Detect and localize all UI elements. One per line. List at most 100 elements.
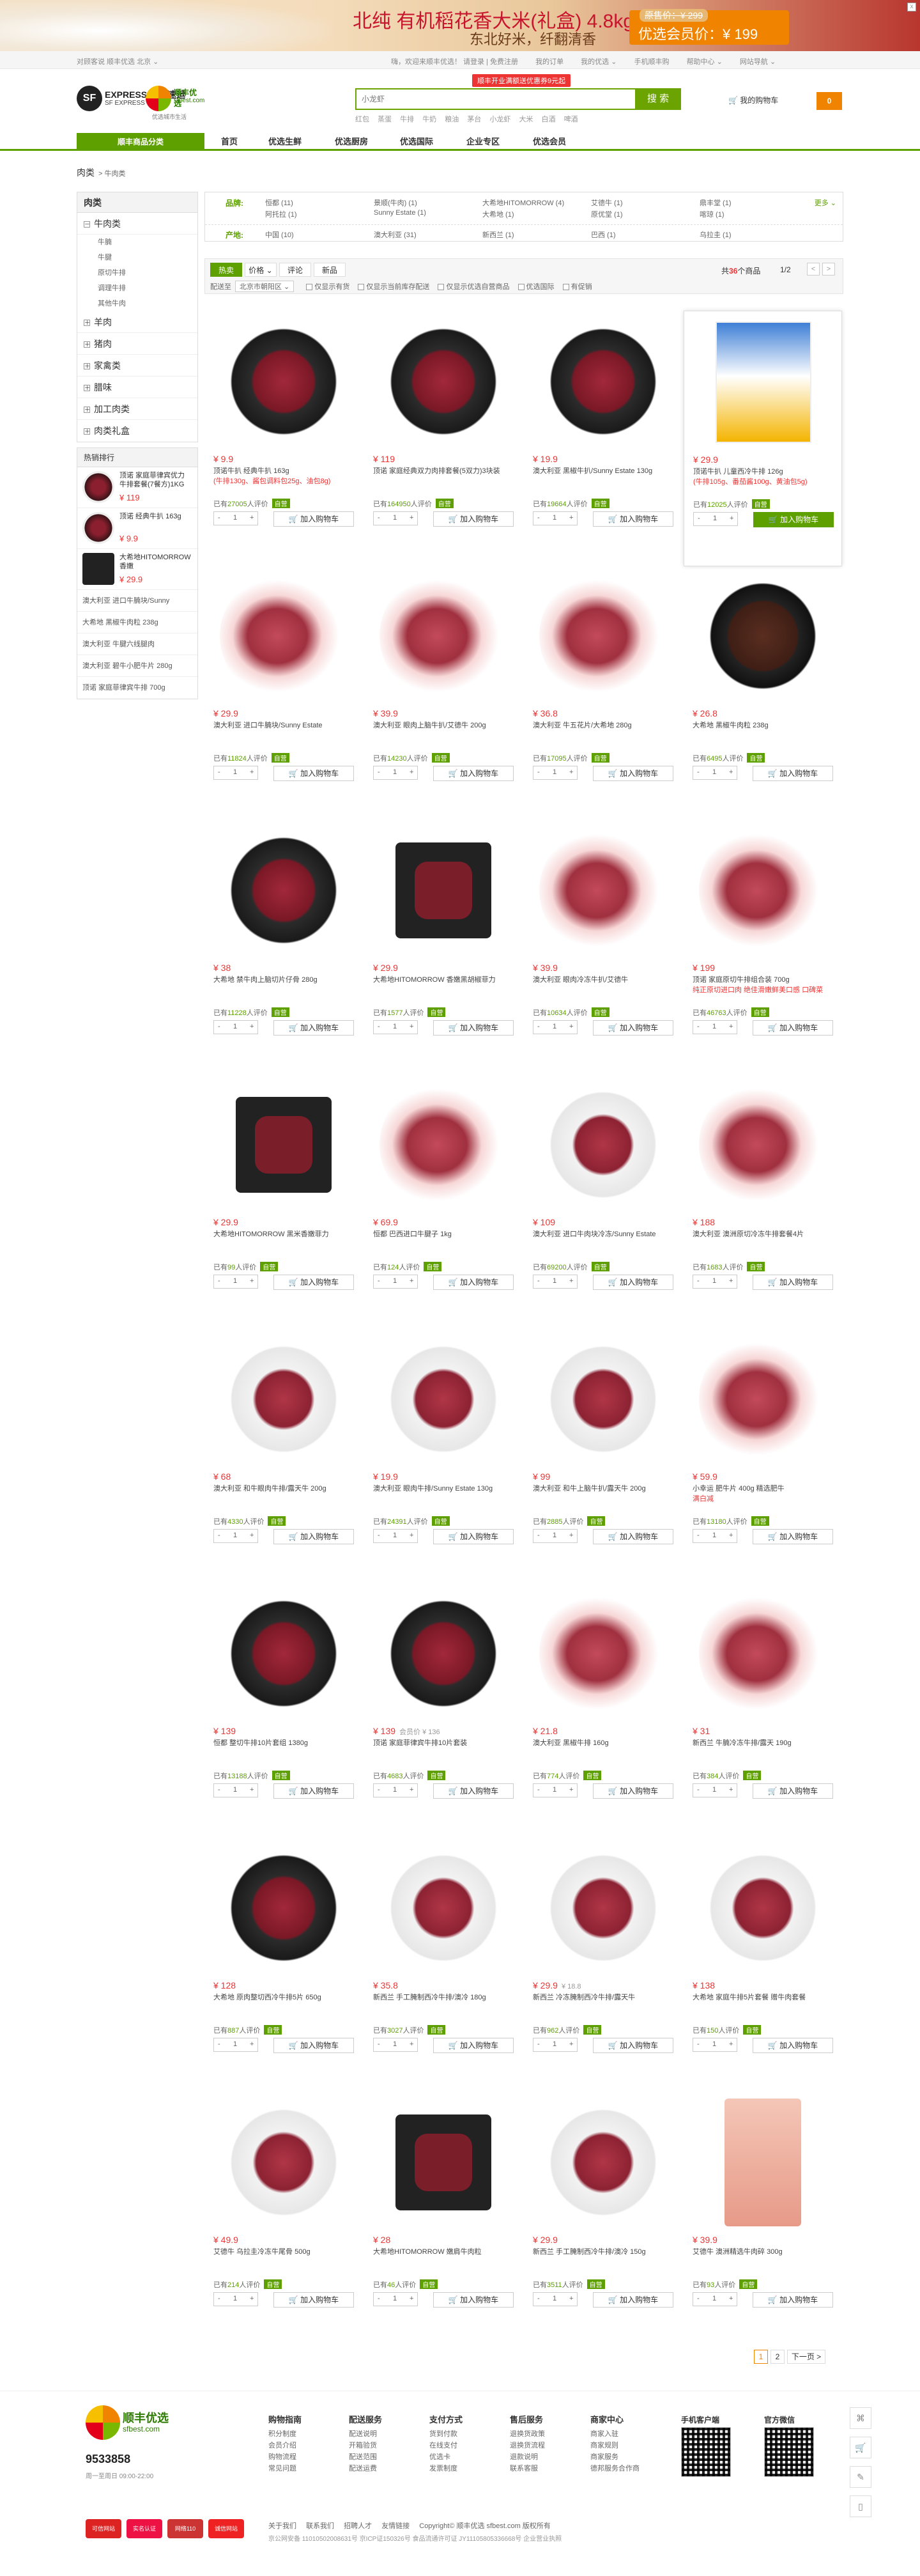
hot-keyword[interactable]: 红包 [355,116,369,123]
product-card[interactable]: ¥ 35.8 新西兰 手工腌制西冷牛排/澳冷 180g 已有3027人评价 自营 - 1 +… [364,1837,523,2093]
expand-icon[interactable]: ＋ [84,385,90,392]
minus-button[interactable]: - [218,1023,220,1030]
product-name[interactable]: 顶诺 家庭经典双力肉排套餐(5双力)3块装 [373,467,514,486]
product-image-wrap[interactable] [691,1333,834,1465]
product-image[interactable] [542,1338,664,1460]
checkbox[interactable] [358,284,365,291]
plus-button[interactable]: + [250,2040,254,2048]
plus-button[interactable]: + [729,1277,733,1285]
product-image-wrap[interactable] [372,2097,515,2228]
product-image[interactable] [223,1593,344,1714]
product-image[interactable] [223,2102,344,2223]
product-name[interactable]: 澳大利亚 眼肉牛排/Sunny Estate 130g [373,1484,514,1503]
product-card[interactable]: ¥ 99 澳大利亚 和牛上脑牛扒/露天牛 200g 已有2885人评价 自营 - 1 + 🛒 … [524,1328,682,1584]
origin-option[interactable]: 澳大利亚 (31) [374,229,417,240]
all-categories-button[interactable]: 顺丰商品分类 [77,133,204,151]
breadcrumb-root[interactable]: 肉类 [77,167,95,178]
review-count[interactable]: 已有46763人评价 自营 [693,1007,769,1018]
origin-option[interactable]: 巴西 (1) [591,229,616,240]
minus-button[interactable]: - [697,1786,700,1794]
review-count[interactable]: 已有6495人评价 自营 [693,753,765,763]
product-image-wrap[interactable] [532,1079,675,1211]
footer-link[interactable]: 商家规则 [590,2440,640,2451]
add-to-cart-button[interactable]: 🛒 加入购物车 [273,2292,354,2308]
minus-button[interactable]: - [698,515,700,522]
review-count[interactable]: 已有1683人评价 自营 [693,1262,765,1272]
next-page-button[interactable]: 下一页 > [787,2350,825,2364]
quantity-value[interactable]: 1 [233,2295,237,2302]
footer-link[interactable]: 退款说明 [510,2451,545,2463]
add-to-cart-button[interactable]: 🛒 加入购物车 [273,1529,354,1544]
plus-button[interactable]: + [410,1786,413,1794]
quantity-value[interactable]: 1 [712,768,716,776]
review-count[interactable]: 已有46人评价 自营 [373,2279,438,2290]
minus-button[interactable]: - [218,2295,220,2302]
add-to-cart-button[interactable]: 🛒 加入购物车 [753,512,834,527]
quantity-value[interactable]: 1 [712,1786,716,1794]
hot-ranking-item[interactable]: 顶诺 经典牛扒 163g ¥ 9.9 [77,508,197,549]
review-count[interactable]: 已有27005人评价 自营 [213,499,290,509]
plus-button[interactable]: + [410,1277,413,1285]
product-image[interactable] [539,572,667,700]
product-name[interactable]: 新西兰 牛腩冷冻牛排/露天 190g [693,1739,833,1758]
review-count[interactable]: 已有17095人评价 自营 [533,753,610,763]
product-image[interactable] [702,575,824,697]
add-to-cart-button[interactable]: 🛒 加入购物车 [273,511,354,527]
check-promotion[interactable]: 有促销 [571,283,592,291]
site-logo[interactable]: SF EXPRESS 顺丰速运 SF EXPRESS 顺丰优选 sfbest.c… [77,86,204,120]
minus-button[interactable]: - [218,2040,220,2048]
feedback-tool-icon[interactable]: ✎ [850,2466,871,2488]
product-image-wrap[interactable] [372,570,515,702]
product-name[interactable]: 新西兰 手工腌制西冷牛排/澳冷 150g [533,2247,673,2267]
minus-button[interactable]: - [378,1532,380,1539]
hot-text-item[interactable]: 大希地 黑椒牛肉粒 238g [77,612,197,633]
product-image[interactable] [699,826,827,954]
product-name[interactable]: 大希地 禁牛肉上脑切片仔骨 280g [213,975,354,995]
product-card[interactable]: ¥ 28 大希地HITOMORROW 嫩肩牛肉粒 已有46人评价 自营 - 1 + 🛒 加入购… [364,2091,523,2347]
minus-button[interactable]: - [537,1277,540,1285]
review-count[interactable]: 已有150人评价 自营 [693,2025,762,2035]
hot-keyword[interactable]: 牛奶 [422,116,436,123]
add-to-cart-button[interactable]: 🛒 加入购物车 [433,1783,514,1799]
brand-option[interactable]: 恒都 (11) [265,198,293,208]
footer-link[interactable]: 发票制度 [429,2463,463,2474]
product-image[interactable] [542,1847,664,1969]
sidebar-subcat[interactable]: 牛腩 [77,235,197,250]
review-count[interactable]: 已有10634人评价 自营 [533,1007,610,1018]
expand-icon[interactable]: ＋ [84,428,90,435]
product-name[interactable]: 澳大利亚 澳洲原切冷冻牛排套餐4片 [693,1230,833,1249]
page-2-button[interactable]: 2 [770,2350,785,2364]
add-to-cart-button[interactable]: 🛒 加入购物车 [593,1783,673,1799]
brand-option[interactable]: 喀琼 (1) [700,209,724,219]
review-count[interactable]: 已有887人评价 自营 [213,2025,282,2035]
review-count[interactable]: 已有3027人评价 自营 [373,2025,446,2035]
minus-button[interactable]: - [218,1277,220,1285]
minus-button[interactable]: - [378,2295,380,2302]
prev-page-icon[interactable]: < [807,263,820,275]
product-image[interactable] [383,1593,504,1714]
minus-button[interactable]: - [378,514,380,522]
product-card[interactable]: ¥ 128 大希地 原肉整切西冷牛排5片 650g 已有887人评价 自营 - 1 + 🛒 加… [204,1837,363,2093]
quantity-value[interactable]: 1 [712,1277,716,1285]
product-image[interactable] [383,1338,504,1460]
quantity-value[interactable]: 1 [233,1786,237,1794]
review-count[interactable]: 已有99人评价 自营 [213,1262,279,1272]
quantity-value[interactable]: 1 [393,2295,397,2302]
plus-button[interactable]: + [250,1532,254,1539]
location-selector[interactable]: 对顾客说 顺丰优选 北京 ⌄ [77,56,158,66]
quantity-value[interactable]: 1 [233,1277,237,1285]
add-to-cart-button[interactable]: 🛒 加入购物车 [273,2038,354,2053]
add-to-cart-button[interactable]: 🛒 加入购物车 [433,766,514,781]
quantity-value[interactable]: 1 [712,1023,716,1030]
add-to-cart-button[interactable]: 🛒 加入购物车 [593,766,673,781]
product-card[interactable]: ¥ 29.9 ¥ 18.8 新西兰 冷冻腌制西冷牛排/露天牛 已有962人评价 自营 - 1… [524,1837,682,2093]
expand-icon[interactable]: ＋ [84,363,90,370]
check-in-stock[interactable]: 仅显示有货 [314,283,349,291]
plus-button[interactable]: + [569,768,573,776]
quantity-value[interactable]: 1 [553,2040,556,2048]
product-image[interactable] [699,1335,827,1463]
minus-button[interactable]: - [378,1786,380,1794]
footer-link[interactable]: 配送说明 [349,2428,382,2440]
hot-keyword[interactable]: 白酒 [542,116,556,123]
product-card[interactable]: ¥ 69.9 恒都 巴西进口牛腱子 1kg 已有124人评价 自营 - 1 + 🛒 加入购物车 [364,1074,523,1330]
